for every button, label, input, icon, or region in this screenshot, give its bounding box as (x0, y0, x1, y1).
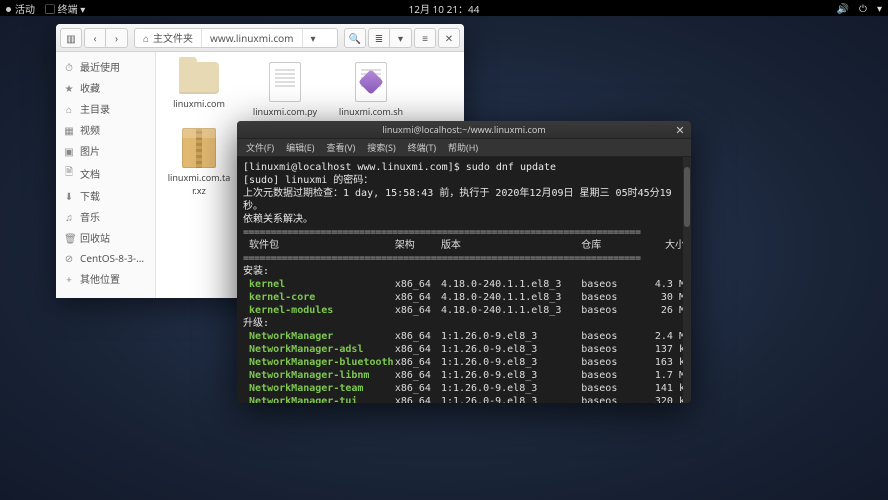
active-app-indicator[interactable]: ▢ 终端 ▾ (45, 1, 85, 16)
sidebar-item-label: 图片 (80, 143, 100, 158)
file-item[interactable]: linuxmi.com.py (252, 62, 318, 118)
view-list-button[interactable]: ≣ (368, 28, 390, 48)
search-button[interactable]: 🔍 (344, 28, 366, 48)
sidebar-item[interactable]: + 其他位置 (56, 268, 155, 289)
sidebar-item-label: CentOS-8-3-… (80, 251, 144, 265)
terminal-menubar: 文件(F)编辑(E)查看(V)搜索(S)终端(T)帮助(H) (237, 139, 691, 157)
sidebar-item-label: 视频 (80, 122, 100, 137)
terminal-title: linuxmi@localhost:~/www.linuxmi.com (382, 123, 545, 136)
sidebar-item[interactable]: ⌂ 主目录 (56, 98, 155, 119)
nav-forward-button[interactable]: › (106, 28, 128, 48)
archive-icon (182, 128, 216, 168)
location-dropdown-icon[interactable]: ▾ (303, 29, 324, 47)
sidebar-item-label: 收藏 (80, 80, 100, 95)
sidebar-item[interactable]: 🗑 回收站 (56, 227, 155, 248)
location-home-seg[interactable]: ⌂主文件夹 (135, 29, 202, 47)
system-menu-chevron-icon[interactable]: ▾ (877, 1, 882, 15)
terminal-scrollthumb[interactable] (684, 167, 690, 227)
sidebar-item-icon: + (64, 272, 74, 286)
terminal-menu-item[interactable]: 查看(V) (321, 141, 360, 154)
sidebar-item[interactable]: ★ 收藏 (56, 77, 155, 98)
sidebar-item-icon: ⊘ (64, 251, 74, 265)
sidebar-item-icon: 🗎 (64, 164, 74, 182)
terminal-menu-item[interactable]: 终端(T) (403, 141, 441, 154)
file-manager-sidebar: ⏱ 最近使用 ★ 收藏 ⌂ 主目录 ▦ 视频 ▣ 图片 🗎 文档 ⬇ 下载 ♫ 音乐 🗑 回收站 ⊘ CentOS-8… (56, 52, 156, 298)
sh-icon (355, 62, 387, 102)
power-icon[interactable]: ⏻ (859, 1, 867, 15)
terminal-menu-item[interactable]: 搜索(S) (362, 141, 400, 154)
sidebar-item-icon: 🗑 (64, 231, 74, 245)
sidebar-item-label: 最近使用 (80, 59, 120, 74)
terminal-close-button[interactable]: ✕ (673, 123, 687, 137)
sidebar-item-label: 下载 (80, 188, 100, 203)
file-item[interactable]: linuxmi.com.tar.xz (166, 128, 232, 197)
sidebar-item-icon: ⏱ (64, 60, 74, 74)
terminal-menu-item[interactable]: 帮助(H) (443, 141, 483, 154)
sidebar-item[interactable]: ▦ 视频 (56, 119, 155, 140)
sidebar-item-icon: ♫ (64, 210, 74, 224)
topbar-clock[interactable]: 12月 10 21：44 (409, 1, 480, 16)
activities-button[interactable]: 活动 (6, 1, 35, 16)
window-close-button[interactable]: ✕ (438, 28, 460, 48)
file-item-label: linuxmi.com.py (253, 105, 317, 118)
sidebar-item[interactable]: ♫ 音乐 (56, 206, 155, 227)
home-icon: ⌂ (143, 31, 149, 45)
terminal-scrollbar[interactable] (683, 157, 691, 403)
sidebar-item-icon: ⌂ (64, 102, 74, 116)
volume-icon[interactable]: 🔊 (837, 1, 849, 15)
nav-back-button[interactable]: ‹ (84, 28, 106, 48)
file-item-label: linuxmi.com.sh (339, 105, 403, 118)
terminal-menu-item[interactable]: 编辑(E) (281, 141, 319, 154)
sidebar-item[interactable]: 🗎 文档 (56, 161, 155, 185)
terminal-window: linuxmi@localhost:~/www.linuxmi.com ✕ 文件… (237, 121, 691, 403)
location-path-seg[interactable]: www.linuxmi.com (202, 29, 302, 47)
terminal-menu-item[interactable]: 文件(F) (241, 141, 279, 154)
hamburger-menu-button[interactable]: ≡ (414, 28, 436, 48)
folder-icon (179, 62, 219, 94)
sidebar-item[interactable]: ⏱ 最近使用 (56, 56, 155, 77)
gnome-topbar: 活动 ▢ 终端 ▾ 12月 10 21：44 🔊 ⏻ ▾ (0, 0, 888, 16)
sidebar-item-icon: ▦ (64, 123, 74, 137)
file-item-label: linuxmi.com.tar.xz (166, 171, 232, 197)
file-icon (269, 62, 301, 102)
sidebar-item-label: 主目录 (80, 101, 110, 116)
file-item-label: linuxmi.com (173, 97, 225, 110)
file-item[interactable]: linuxmi.com (166, 62, 232, 118)
file-manager-toolbar: ▥ ‹ › ⌂主文件夹 www.linuxmi.com ▾ 🔍 ≣ ▾ ≡ ✕ (56, 24, 464, 52)
view-options-button[interactable]: ▾ (390, 28, 412, 48)
sidebar-item[interactable]: ▣ 图片 (56, 140, 155, 161)
terminal-titlebar[interactable]: linuxmi@localhost:~/www.linuxmi.com ✕ (237, 121, 691, 139)
new-tab-button[interactable]: ▥ (60, 28, 82, 48)
sidebar-item-label: 音乐 (80, 209, 100, 224)
sidebar-item[interactable]: ⊘ CentOS-8-3-… (56, 248, 155, 268)
terminal-body[interactable]: [linuxmi@localhost www.linuxmi.com]$ sud… (237, 157, 691, 403)
location-bar[interactable]: ⌂主文件夹 www.linuxmi.com ▾ (134, 28, 338, 48)
sidebar-item[interactable]: ⬇ 下载 (56, 185, 155, 206)
sidebar-item-label: 回收站 (80, 230, 110, 245)
file-item[interactable]: linuxmi.com.sh (338, 62, 404, 118)
sidebar-item-icon: ⬇ (64, 189, 74, 203)
sidebar-item-label: 其他位置 (80, 271, 120, 286)
sidebar-item-label: 文档 (80, 166, 100, 181)
sidebar-item-icon: ▣ (64, 144, 74, 158)
sidebar-item-icon: ★ (64, 81, 74, 95)
